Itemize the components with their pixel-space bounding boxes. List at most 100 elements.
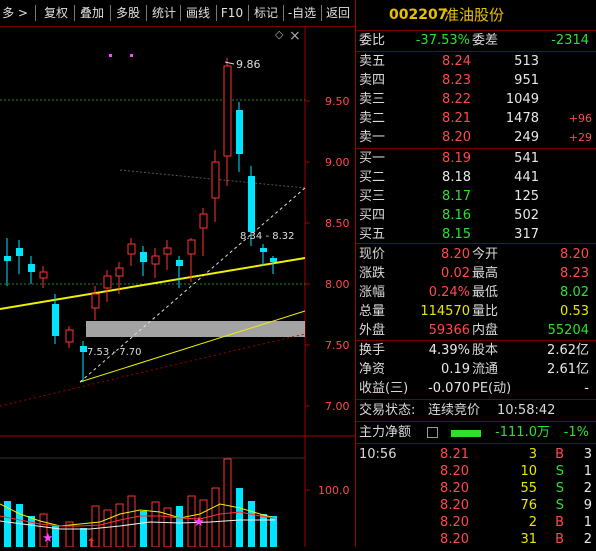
sell-order-row: 卖三 8.22 1049	[356, 90, 596, 109]
quote-value: 8.20	[560, 247, 589, 262]
candle-body	[91, 293, 100, 309]
order-volume: 951	[514, 73, 539, 88]
quote-row: 总量 114570 量比 0.53	[356, 302, 596, 321]
toolbar-draw-button[interactable]: 画线	[183, 3, 213, 23]
star-icon: ★	[193, 515, 205, 530]
candle-body	[115, 267, 124, 277]
candle-body	[260, 248, 267, 252]
volume-bar	[127, 495, 136, 548]
order-volume: 249	[514, 130, 539, 145]
fund-value: 4.39%	[428, 343, 470, 358]
tick-volume: 31	[520, 532, 537, 547]
fund-label: 净资	[359, 362, 386, 377]
price-tick: 8.00	[325, 278, 350, 291]
toolbar-separator	[110, 5, 111, 21]
toolbar-separator	[146, 5, 147, 21]
price-tick: 9.50	[325, 95, 350, 108]
diamond-icon[interactable]: ◇	[275, 28, 284, 41]
marker	[109, 54, 112, 57]
toolbar-overlay-button[interactable]: 叠加	[77, 3, 107, 23]
tick-side: B	[555, 532, 564, 547]
order-volume: 502	[514, 208, 539, 223]
sell-order-row: 卖一 8.20 249 +29	[356, 128, 596, 147]
order-price: 8.22	[442, 92, 471, 107]
volume-bar	[16, 504, 23, 547]
candle-body	[187, 239, 196, 255]
stock-header: 002207 准油股份	[356, 0, 596, 30]
order-volume: 441	[514, 170, 539, 185]
low-label: 7.53 - 7.70	[87, 347, 142, 358]
fund-value: -	[584, 381, 589, 396]
volume-bar	[103, 509, 112, 548]
sell-order-row: 卖五 8.24 513	[356, 52, 596, 71]
order-level-label: 买四	[359, 208, 386, 223]
status-value: 连续竞价	[428, 403, 481, 418]
main-flow-pct: -1%	[563, 425, 589, 440]
quote-label: 最高	[472, 266, 499, 281]
weibi-value: -37.53%	[415, 33, 470, 48]
volume-bar	[176, 506, 183, 547]
toolbar-mark-button[interactable]: 标记	[251, 3, 281, 23]
quote-value: 0.53	[560, 304, 589, 319]
close-icon[interactable]: ×	[289, 28, 301, 44]
fund-value: 2.62亿	[547, 343, 589, 358]
order-level-label: 卖三	[359, 92, 386, 107]
quote-label: 涨跌	[359, 266, 386, 281]
sell-order-row: 卖四 8.23 951	[356, 71, 596, 90]
toolbar-fuquan-button[interactable]: 复权	[41, 3, 71, 23]
price-tick: 9.00	[325, 156, 350, 169]
toolbar-stats-button[interactable]: 统计	[149, 3, 179, 23]
fund-label: PE(动)	[472, 381, 512, 396]
candle-body	[223, 65, 232, 157]
candle-body	[176, 260, 183, 266]
order-level-label: 卖一	[359, 130, 386, 145]
order-price: 8.24	[442, 54, 471, 69]
up-arrow-icon: ↑	[86, 536, 96, 547]
order-volume: 1478	[505, 111, 539, 126]
order-price: 8.17	[442, 189, 471, 204]
candle-body	[16, 248, 23, 256]
status-label: 交易状态:	[359, 403, 416, 418]
price-tick: 7.50	[325, 339, 350, 352]
order-volume: 541	[514, 151, 539, 166]
candle-body	[163, 247, 172, 255]
order-price: 8.20	[442, 130, 471, 145]
order-volume: 125	[514, 189, 539, 204]
quote-value: 8.02	[560, 285, 589, 300]
quote-row: 外盘 59366 内盘 55204	[356, 321, 596, 340]
candle-body	[28, 264, 35, 272]
main-flow-value: -111.0万	[495, 425, 550, 440]
toolbar-separator	[283, 5, 284, 21]
price-axis: 9.50 9.00 8.50 8.00 7.50 7.00	[305, 95, 350, 413]
fund-row: 收益(三) -0.070 PE(动) -	[356, 379, 596, 398]
candle-body	[270, 258, 277, 262]
buy-order-row: 买三 8.17 125	[356, 187, 596, 206]
buy-order-row: 买二 8.18 441	[356, 168, 596, 187]
fund-row: 净资 0.19 流通 2.61亿	[356, 360, 596, 379]
volume-bar	[151, 501, 160, 548]
stock-app: 多 > 复权 叠加 多股 统计 画线 F10 标记 -自选 返回 ◇ × 9.5…	[0, 0, 596, 550]
toolbar-back-button[interactable]: 返回	[323, 3, 353, 23]
toolbar-more-button[interactable]: 多 >	[0, 3, 30, 23]
kline-chart[interactable]: ◇ × 9.50 9.00 8.50 8.00 7.50 7.00 9.86 8…	[0, 26, 355, 550]
toolbar-multi-stock-button[interactable]: 多股	[113, 3, 143, 23]
toolbar-separator	[180, 5, 181, 21]
list-icon[interactable]	[427, 427, 438, 438]
main-flow-row[interactable]: 主力净额 -111.0万 -1%	[356, 423, 596, 442]
tick-row: 8.20 31 B 2	[356, 530, 596, 549]
toolbar-watchlist-button[interactable]: -自选	[285, 3, 319, 23]
quote-label: 今开	[472, 247, 499, 262]
volume-bar	[248, 501, 255, 547]
candle-body	[103, 275, 112, 289]
candle-body	[52, 304, 59, 336]
buy-order-row: 买四 8.16 502	[356, 206, 596, 225]
toolbar-f10-button[interactable]: F10	[219, 3, 245, 23]
sell-order-row: 卖二 8.21 1478 +96	[356, 109, 596, 128]
volume-bar	[236, 488, 243, 547]
buy-order-row: 买一 8.19 541	[356, 149, 596, 168]
candle-body	[80, 346, 87, 352]
candle-body	[248, 176, 255, 232]
quote-label: 内盘	[472, 323, 499, 338]
trade-status-row: 交易状态: 连续竞价 10:58:42	[356, 401, 596, 420]
order-volume: 513	[514, 54, 539, 69]
